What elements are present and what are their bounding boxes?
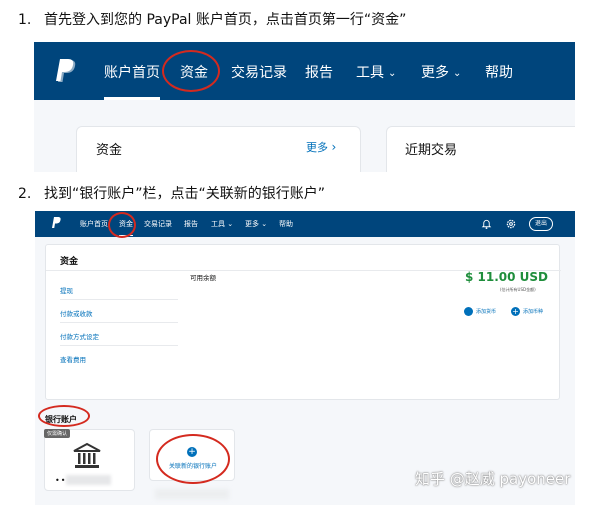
recent-transactions-card: 近期交易 (386, 126, 575, 172)
funds-panel: 资金 提现 付款或收款 付款方式设定 查看费用 可用余额 $ 11.00 USD… (45, 244, 561, 400)
blurred-account-number (66, 475, 111, 485)
funds-card-title: 资金 (96, 143, 123, 158)
nav-reports[interactable]: 报告 (305, 62, 333, 82)
side-link-send-receive[interactable]: 付款或收款 (60, 308, 93, 318)
highlight-circle-bank-section (38, 405, 90, 427)
divider (60, 322, 178, 323)
nav-more[interactable]: 更多 ⌄ (421, 62, 461, 82)
nav-more-label: 更多 (245, 220, 259, 228)
blurred-area (155, 489, 229, 499)
highlight-circle-link-bank (156, 434, 230, 484)
side-link-withdraw[interactable]: 提现 (60, 285, 73, 295)
chevron-down-icon: ⌄ (261, 220, 268, 228)
step-1-caption: 1. 首先登入到您的 PayPal 账户首页，点击首页第一行“资金” (18, 9, 406, 29)
logout-button[interactable]: 退出 (529, 217, 553, 231)
nav-home[interactable]: 账户首页 (80, 219, 108, 229)
chevron-down-icon: ⌄ (453, 68, 462, 79)
chevron-down-icon: ⌄ (388, 68, 397, 79)
step-2-number: 2. (18, 186, 32, 202)
gear-icon[interactable] (505, 218, 517, 230)
screenshot-2: 账户首页 资金 交易记录 报告 工具 ⌄ 更多 ⌄ 帮助 退出 资金 提现 付款… (35, 211, 575, 505)
bank-icon (73, 442, 101, 468)
nav-reports[interactable]: 报告 (184, 219, 198, 229)
nav-more[interactable]: 更多 ⌄ (245, 219, 267, 229)
nav-transactions[interactable]: 交易记录 (144, 219, 172, 229)
refresh-icon[interactable] (464, 307, 473, 316)
funds-section-title: 资金 (60, 257, 79, 267)
step-1-text: 首先登入到您的 PayPal 账户首页，点击首页第一行“资金” (44, 12, 407, 28)
paypal-logo-icon[interactable] (52, 216, 62, 230)
divider (60, 345, 178, 346)
nav-tools-label: 工具 (356, 65, 384, 81)
top-nav-bar: 账户首页 资金 交易记录 报告 工具 ⌄ 更多 ⌄ 帮助 (34, 42, 575, 100)
plus-icon[interactable]: + (511, 307, 520, 316)
bank-account-tile[interactable]: 仅需确认 •• (44, 429, 135, 491)
step-2-caption: 2. 找到“银行账户”栏，点击“关联新的银行账户” (18, 183, 325, 203)
action-add-currency[interactable]: 添加货币 (476, 308, 496, 315)
balance-note: (估计所有USD金额) (500, 287, 536, 292)
divider (60, 299, 178, 300)
highlight-circle-funds-small (108, 212, 136, 238)
side-link-view-fees[interactable]: 查看费用 (60, 354, 86, 364)
screenshot-1: 账户首页 资金 交易记录 报告 工具 ⌄ 更多 ⌄ 帮助 资金 更多 › 近期交易 (34, 42, 575, 172)
available-balance-label: 可用余额 (190, 274, 216, 282)
nav-tools-label: 工具 (211, 220, 225, 228)
nav-transactions[interactable]: 交易记录 (231, 62, 287, 82)
watermark: 知乎 @赵威 payoneer (415, 470, 571, 488)
highlight-circle-funds (162, 50, 220, 92)
step-2-text: 找到“银行账户”栏，点击“关联新的银行账户” (44, 186, 326, 202)
bank-status-badge: 仅需确认 (44, 429, 71, 438)
nav-more-label: 更多 (421, 65, 449, 81)
chevron-down-icon: ⌄ (227, 220, 234, 228)
funds-card-more-label: 更多 (306, 141, 328, 154)
nav-tools[interactable]: 工具 ⌄ (211, 219, 233, 229)
funds-card-more-link[interactable]: 更多 › (306, 139, 336, 155)
paypal-logo-icon[interactable] (56, 59, 76, 83)
recent-card-title: 近期交易 (405, 143, 458, 158)
bell-icon[interactable] (481, 218, 492, 230)
chevron-right-icon: › (331, 140, 337, 154)
nav-help[interactable]: 帮助 (485, 62, 513, 82)
nav-tools[interactable]: 工具 ⌄ (356, 62, 396, 82)
nav-home[interactable]: 账户首页 (104, 62, 160, 100)
balance-amount: $ 11.00 USD (465, 270, 549, 284)
side-link-payment-settings[interactable]: 付款方式设定 (60, 331, 99, 341)
bank-account-masked: •• (55, 476, 67, 485)
step-1-number: 1. (18, 12, 32, 28)
nav-help[interactable]: 帮助 (279, 219, 293, 229)
funds-card: 资金 更多 › (76, 126, 361, 172)
action-add-currency-type[interactable]: 添加币种 (523, 308, 543, 315)
